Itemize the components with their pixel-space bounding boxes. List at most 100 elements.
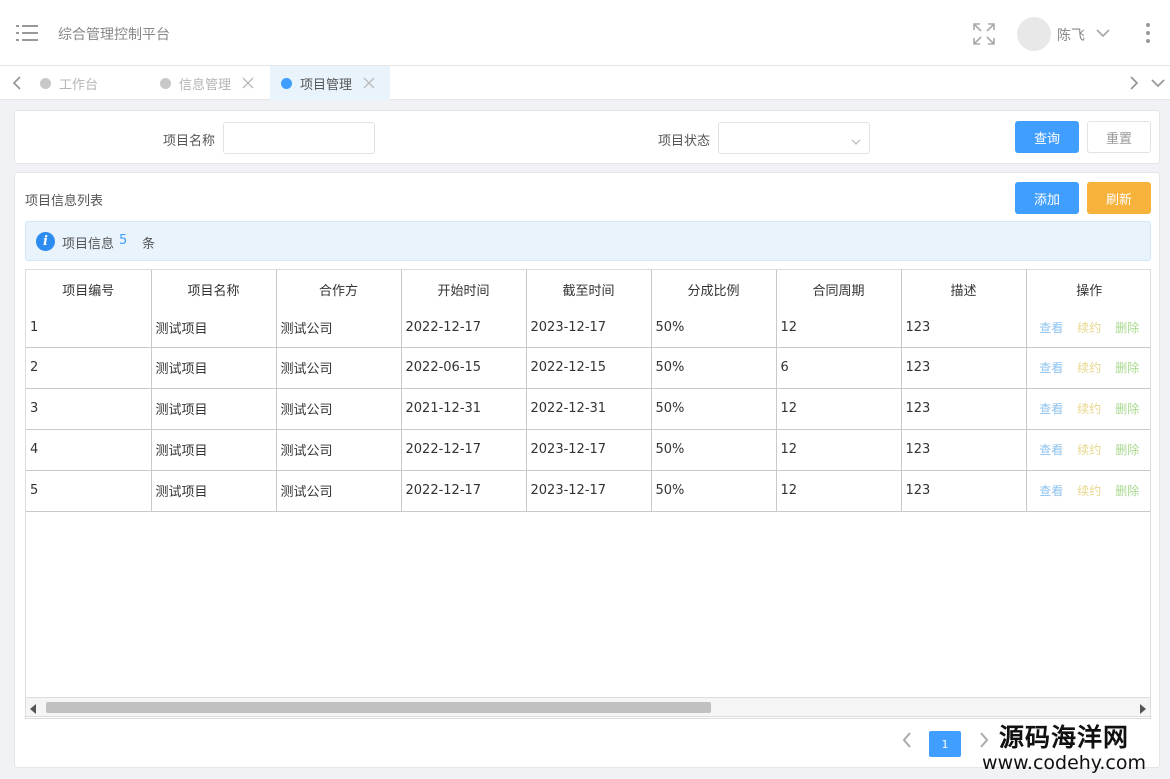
view-link[interactable]: 查看 xyxy=(1039,441,1063,458)
delete-link[interactable]: 删除 xyxy=(1115,359,1139,376)
refresh-button[interactable]: 刷新 xyxy=(1087,182,1151,214)
view-link[interactable]: 查看 xyxy=(1039,482,1063,499)
tab-project-management[interactable]: 项目管理 xyxy=(270,66,390,100)
add-button[interactable]: 添加 xyxy=(1015,182,1079,214)
chevron-down-icon xyxy=(851,135,861,145)
actions-cell: 查看 续约 删除 xyxy=(1026,470,1150,512)
chevron-down-icon[interactable] xyxy=(1150,77,1166,89)
table-cell: 2022-12-15 xyxy=(526,347,652,389)
table-cell: 12 xyxy=(776,429,902,471)
table-cell: 50% xyxy=(651,388,777,430)
table-cell: 12 xyxy=(776,470,902,512)
watermark-text: 源码海洋网 xyxy=(998,723,1129,752)
view-link[interactable]: 查看 xyxy=(1039,400,1063,417)
table-cell: 测试项目 xyxy=(151,470,277,512)
user-name[interactable]: 陈飞 xyxy=(1057,25,1085,45)
renew-link[interactable]: 续约 xyxy=(1077,482,1101,499)
table-cell: 12 xyxy=(776,308,902,348)
table-cell: 123 xyxy=(901,429,1027,471)
column-header: 分成比例 xyxy=(651,270,777,308)
actions-cell: 查看 续约 删除 xyxy=(1026,308,1150,348)
table-cell: 123 xyxy=(901,308,1027,348)
table-cell: 2022-12-31 xyxy=(526,388,652,430)
project-name-label: 项目名称 xyxy=(163,134,216,149)
table-cell: 123 xyxy=(901,347,1027,389)
search-panel: 项目名称 项目状态 查询 重置 xyxy=(14,110,1160,164)
actions-cell: 查看 续约 删除 xyxy=(1026,429,1150,471)
table-cell: 测试公司 xyxy=(276,308,402,348)
info-unit: 条 xyxy=(142,237,156,252)
tab-dot-icon xyxy=(40,77,51,89)
renew-link[interactable]: 续约 xyxy=(1077,441,1101,458)
info-count: 5 xyxy=(119,233,128,248)
delete-link[interactable]: 删除 xyxy=(1115,400,1139,417)
list-title: 项目信息列表 xyxy=(25,194,104,209)
delete-link[interactable]: 删除 xyxy=(1115,319,1139,336)
table-cell: 12 xyxy=(776,388,902,430)
view-link[interactable]: 查看 xyxy=(1039,359,1063,376)
delete-link[interactable]: 删除 xyxy=(1115,482,1139,499)
project-status-label: 项目状态 xyxy=(658,134,711,149)
table-cell: 测试公司 xyxy=(276,470,402,512)
column-header: 开始时间 xyxy=(401,270,527,308)
view-link[interactable]: 查看 xyxy=(1039,319,1063,336)
table-cell: 123 xyxy=(901,470,1027,512)
tab-info-management[interactable]: 信息管理 xyxy=(160,66,264,100)
scroll-right-icon[interactable] xyxy=(1138,703,1146,714)
table-cell: 测试公司 xyxy=(276,388,402,430)
table-cell: 123 xyxy=(901,388,1027,430)
renew-link[interactable]: 续约 xyxy=(1077,400,1101,417)
column-header: 截至时间 xyxy=(526,270,652,308)
horizontal-scrollbar[interactable] xyxy=(25,697,1151,717)
table-cell: 50% xyxy=(651,347,777,389)
close-icon[interactable] xyxy=(241,76,255,90)
watermark-url: www.codehy.com xyxy=(982,752,1146,774)
table-cell: 50% xyxy=(651,429,777,471)
avatar[interactable] xyxy=(1017,17,1051,51)
table-row: 5 测试项目 测试公司 2022-12-17 2023-12-17 50% 12 123 查看续… xyxy=(26,470,1150,512)
table-cell: 测试公司 xyxy=(276,347,402,389)
table-cell: 2023-12-17 xyxy=(526,470,652,512)
tab-label: 信息管理 xyxy=(179,77,232,93)
project-status-select[interactable] xyxy=(718,122,870,154)
table-cell: 2 xyxy=(26,347,152,389)
project-name-input[interactable] xyxy=(223,122,375,154)
pager-prev-icon[interactable] xyxy=(901,730,913,750)
table-cell: 50% xyxy=(651,470,777,512)
close-icon[interactable] xyxy=(362,76,376,90)
info-bar: i 项目信息 5 条 xyxy=(25,221,1151,261)
table-cell: 2023-12-17 xyxy=(526,429,652,471)
scrollbar-thumb[interactable] xyxy=(46,702,711,713)
delete-link[interactable]: 删除 xyxy=(1115,441,1139,458)
fullscreen-icon[interactable] xyxy=(972,22,996,46)
list-panel: 项目信息列表 添加 刷新 i 项目信息 5 条 项目编号 项目名称 合作方 开始… xyxy=(14,172,1160,768)
chevron-down-icon[interactable] xyxy=(1095,27,1111,39)
table-cell: 2021-12-31 xyxy=(401,388,527,430)
column-header: 描述 xyxy=(901,270,1027,308)
query-button[interactable]: 查询 xyxy=(1015,121,1079,153)
chevron-left-icon[interactable] xyxy=(10,75,24,91)
project-table: 项目编号 项目名称 合作方 开始时间 截至时间 分成比例 合同周期 描述 操作 … xyxy=(25,269,1151,719)
column-header: 合同周期 xyxy=(776,270,902,308)
tab-dot-icon xyxy=(160,77,171,89)
renew-link[interactable]: 续约 xyxy=(1077,359,1101,376)
table-header-row: 项目编号 项目名称 合作方 开始时间 截至时间 分成比例 合同周期 描述 操作 xyxy=(26,270,1150,308)
scroll-left-icon[interactable] xyxy=(30,703,38,714)
chevron-right-icon[interactable] xyxy=(1127,75,1141,91)
top-header: 综合管理控制平台 陈飞 xyxy=(0,0,1170,66)
menu-icon[interactable] xyxy=(16,23,38,43)
tab-strip: 工作台 信息管理 项目管理 xyxy=(0,66,1170,100)
actions-cell: 查看 续约 删除 xyxy=(1026,388,1150,430)
reset-button[interactable]: 重置 xyxy=(1087,121,1151,153)
info-text: 项目信息 xyxy=(62,237,115,252)
table-row: 3 测试项目 测试公司 2021-12-31 2022-12-31 50% 12 123 查看续… xyxy=(26,388,1150,430)
more-vertical-icon[interactable] xyxy=(1143,22,1153,44)
table-cell: 2022-12-17 xyxy=(401,470,527,512)
renew-link[interactable]: 续约 xyxy=(1077,319,1101,336)
table-cell: 4 xyxy=(26,429,152,471)
tab-workbench[interactable]: 工作台 xyxy=(40,66,150,100)
pager-current-page[interactable]: 1 xyxy=(929,731,961,757)
table-cell: 测试公司 xyxy=(276,429,402,471)
table-cell: 2022-06-15 xyxy=(401,347,527,389)
table-cell: 测试项目 xyxy=(151,347,277,389)
